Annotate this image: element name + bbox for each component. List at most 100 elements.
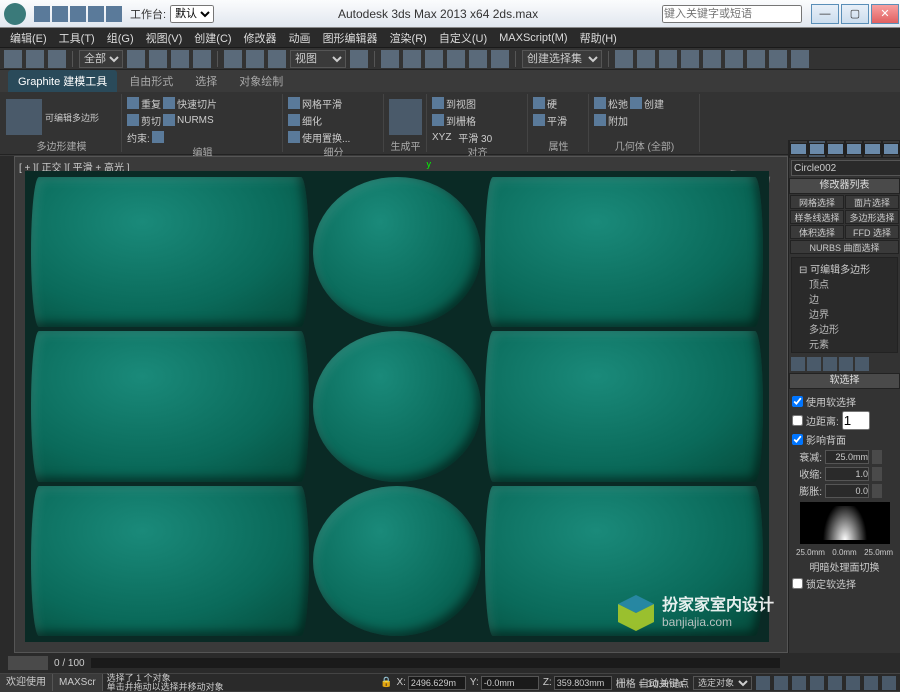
- qat-redo-icon[interactable]: [106, 6, 122, 22]
- modifier-stack[interactable]: ⊟ 可编辑多边形 顶点 边 边界 多边形 元素: [791, 257, 898, 353]
- time-slider[interactable]: 0 / 100: [0, 653, 900, 673]
- make-planar-button[interactable]: [389, 99, 422, 135]
- render-frame-icon[interactable]: [769, 50, 787, 68]
- curve-editor-icon[interactable]: [681, 50, 699, 68]
- material-editor-icon[interactable]: [725, 50, 743, 68]
- soft-selection-rollout[interactable]: 软选择: [789, 373, 900, 389]
- ribbon-tab-graphite[interactable]: Graphite 建模工具: [8, 70, 117, 92]
- keyboard-icon[interactable]: [403, 50, 421, 68]
- schematic-icon[interactable]: [703, 50, 721, 68]
- relax-icon[interactable]: [594, 97, 606, 109]
- timeline-track[interactable]: [91, 658, 780, 668]
- pivot-icon[interactable]: [350, 50, 368, 68]
- render-setup-icon[interactable]: [747, 50, 765, 68]
- object-name-field[interactable]: [791, 160, 900, 176]
- configure-icon[interactable]: [855, 357, 869, 371]
- snap-icon[interactable]: [425, 50, 443, 68]
- named-sel-dropdown[interactable]: 创建选择集: [522, 50, 602, 68]
- manipulate-icon[interactable]: [381, 50, 399, 68]
- bubble-spinner[interactable]: [825, 484, 869, 498]
- lock-soft-sel-checkbox[interactable]: 锁定软选择: [792, 576, 897, 591]
- viewport[interactable]: [ + ][ 正交 ][ 平滑 + 高光 ] yx: [14, 156, 788, 653]
- qat-save-icon[interactable]: [70, 6, 86, 22]
- editable-poly-button[interactable]: [6, 99, 42, 135]
- select-icon[interactable]: [127, 50, 145, 68]
- menu-edit[interactable]: 编辑(E): [4, 30, 53, 46]
- help-search-input[interactable]: [662, 5, 802, 23]
- spinnersnap-icon[interactable]: [491, 50, 509, 68]
- menu-render[interactable]: 渲染(R): [384, 30, 433, 46]
- ref-coord-dropdown[interactable]: 视图: [290, 50, 346, 68]
- pan-icon[interactable]: [846, 676, 860, 690]
- ribbon-tab-freeform[interactable]: 自由形式: [119, 70, 183, 92]
- use-soft-sel-checkbox[interactable]: 使用软选择: [792, 394, 897, 409]
- qat-new-icon[interactable]: [34, 6, 50, 22]
- menu-help[interactable]: 帮助(H): [574, 30, 623, 46]
- mirror-icon[interactable]: [615, 50, 633, 68]
- lock-icon[interactable]: 🔒: [380, 677, 392, 688]
- selection-filter-dropdown[interactable]: 全部: [79, 50, 123, 68]
- mod-nurbs-select[interactable]: NURBS 曲面选择: [790, 240, 899, 254]
- edge-distance-checkbox[interactable]: 边距离:: [792, 411, 897, 430]
- repeat-icon[interactable]: [127, 97, 139, 109]
- quickslice-icon[interactable]: [163, 97, 175, 109]
- menu-graph[interactable]: 图形编辑器: [317, 30, 384, 46]
- hard-icon[interactable]: [533, 97, 545, 109]
- zoom-icon[interactable]: [864, 676, 878, 690]
- play-next-icon[interactable]: [810, 676, 824, 690]
- app-logo[interactable]: [4, 3, 26, 25]
- anglesnap-icon[interactable]: [447, 50, 465, 68]
- qat-undo-icon[interactable]: [88, 6, 104, 22]
- menu-animation[interactable]: 动画: [283, 30, 317, 46]
- select-rect-icon[interactable]: [171, 50, 189, 68]
- move-icon[interactable]: [224, 50, 242, 68]
- cmd-tab-create[interactable]: [789, 140, 808, 158]
- maximize-button[interactable]: ▢: [841, 4, 869, 24]
- menu-tools[interactable]: 工具(T): [53, 30, 101, 46]
- remove-mod-icon[interactable]: [839, 357, 853, 371]
- mod-mesh-select[interactable]: 网格选择: [790, 195, 844, 209]
- mod-vol-select[interactable]: 体积选择: [790, 225, 844, 239]
- create-geo-icon[interactable]: [630, 97, 642, 109]
- close-button[interactable]: ✕: [871, 4, 899, 24]
- unlink-icon[interactable]: [26, 50, 44, 68]
- link-icon[interactable]: [4, 50, 22, 68]
- menu-group[interactable]: 组(G): [101, 30, 140, 46]
- play-end-icon[interactable]: [828, 676, 842, 690]
- workspace-dropdown[interactable]: 默认: [170, 5, 214, 23]
- attach-icon[interactable]: [594, 114, 606, 126]
- tessellate-icon[interactable]: [288, 114, 300, 126]
- pin-stack-icon[interactable]: [791, 357, 805, 371]
- falloff-spinner[interactable]: [825, 450, 869, 464]
- menu-customize[interactable]: 自定义(U): [433, 30, 493, 46]
- menu-create[interactable]: 创建(C): [188, 30, 237, 46]
- menu-maxscript[interactable]: MAXScript(M): [493, 32, 573, 44]
- mod-poly-select[interactable]: 多边形选择: [845, 210, 899, 224]
- render-icon[interactable]: [791, 50, 809, 68]
- percentsnap-icon[interactable]: [469, 50, 487, 68]
- x-coord-field[interactable]: [408, 676, 466, 690]
- menu-views[interactable]: 视图(V): [140, 30, 189, 46]
- bind-icon[interactable]: [48, 50, 66, 68]
- menu-modifiers[interactable]: 修改器: [238, 30, 283, 46]
- play-prev-icon[interactable]: [774, 676, 788, 690]
- nurms-icon[interactable]: [163, 114, 175, 126]
- shaded-toggle-button[interactable]: 明暗处理面切换: [792, 559, 897, 574]
- select-name-icon[interactable]: [149, 50, 167, 68]
- displace-icon[interactable]: [288, 131, 300, 143]
- autokey-button[interactable]: 自动关键点: [639, 675, 689, 690]
- spinner-arrows[interactable]: [872, 450, 882, 464]
- viewport-content[interactable]: [25, 171, 769, 642]
- z-coord-field[interactable]: [554, 676, 612, 690]
- cmd-tab-hierarchy[interactable]: [826, 140, 845, 158]
- scale-icon[interactable]: [268, 50, 286, 68]
- minimize-button[interactable]: —: [811, 4, 839, 24]
- window-cross-icon[interactable]: [193, 50, 211, 68]
- ribbon-tab-selection[interactable]: 选择: [185, 70, 227, 92]
- rotate-icon[interactable]: [246, 50, 264, 68]
- modifier-list-dropdown[interactable]: 修改器列表: [789, 178, 900, 194]
- cmd-tab-display[interactable]: [863, 140, 882, 158]
- layers-icon[interactable]: [659, 50, 677, 68]
- show-result-icon[interactable]: [807, 357, 821, 371]
- align-icon[interactable]: [637, 50, 655, 68]
